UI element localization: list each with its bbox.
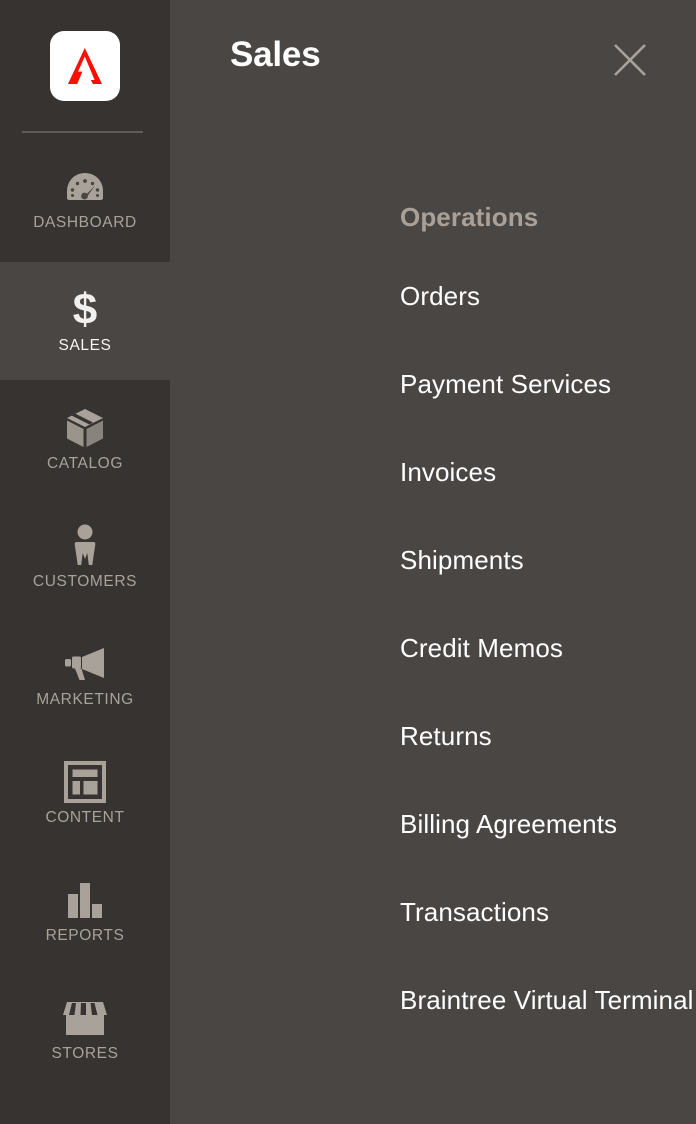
menu-item-invoices[interactable]: Invoices (400, 459, 696, 547)
menu-item-payment-services[interactable]: Payment Services (400, 371, 696, 459)
layout-icon (64, 760, 106, 804)
sidebar-item-label: CONTENT (45, 809, 125, 827)
sidebar-item-sales[interactable]: $ SALES (0, 262, 170, 380)
sidebar-item-stores[interactable]: STORES (0, 970, 170, 1088)
box-icon (63, 406, 107, 450)
sidebar-item-label: MARKETING (36, 691, 134, 709)
sidebar-item-label: CUSTOMERS (32, 573, 138, 591)
person-icon (70, 524, 100, 568)
sidebar-item-customers[interactable]: CUSTOMERS (0, 498, 170, 616)
svg-text:$: $ (73, 287, 97, 333)
sidebar-item-dashboard[interactable]: DASHBOARD (0, 133, 170, 262)
close-icon[interactable] (600, 30, 660, 90)
sidebar-item-label: REPORTS (45, 927, 125, 945)
primary-sidebar: DASHBOARD $ SALES CATALOG CUSTOMERS MARK… (0, 0, 170, 1124)
dollar-sign-icon: $ (68, 287, 102, 333)
menu-item-returns[interactable]: Returns (400, 723, 696, 811)
sidebar-item-label: SALES (58, 337, 112, 355)
bar-chart-icon (64, 878, 106, 922)
sidebar-item-marketing[interactable]: MARKETING (0, 616, 170, 734)
gauge-icon (65, 165, 105, 209)
sidebar-item-label: CATALOG (47, 455, 123, 473)
menu-item-credit-memos[interactable]: Credit Memos (400, 635, 696, 723)
sidebar-item-label: DASHBOARD (33, 213, 137, 231)
adobe-logo-icon[interactable] (50, 30, 120, 101)
megaphone-icon (62, 642, 108, 686)
menu-item-list: Orders Payment Services Invoices Shipmen… (400, 283, 696, 1075)
menu-item-shipments[interactable]: Shipments (400, 547, 696, 635)
menu-item-billing-agreements[interactable]: Billing Agreements (400, 811, 696, 899)
logo-container[interactable] (0, 0, 170, 131)
sidebar-item-catalog[interactable]: CATALOG (0, 380, 170, 498)
storefront-icon (61, 996, 109, 1040)
admin-menu-overlay: DASHBOARD $ SALES CATALOG CUSTOMERS MARK… (0, 0, 696, 1124)
menu-item-braintree-virtual-terminal[interactable]: Braintree Virtual Terminal (400, 987, 696, 1075)
sidebar-item-label: STORES (51, 1045, 119, 1063)
menu-section-title: Operations (400, 202, 539, 232)
menu-item-orders[interactable]: Orders (400, 283, 696, 371)
menu-item-transactions[interactable]: Transactions (400, 899, 696, 987)
sidebar-item-reports[interactable]: REPORTS (0, 852, 170, 970)
sidebar-item-content[interactable]: CONTENT (0, 734, 170, 852)
sales-menu-panel: Sales Operations Orders Payment Services… (170, 0, 696, 1124)
